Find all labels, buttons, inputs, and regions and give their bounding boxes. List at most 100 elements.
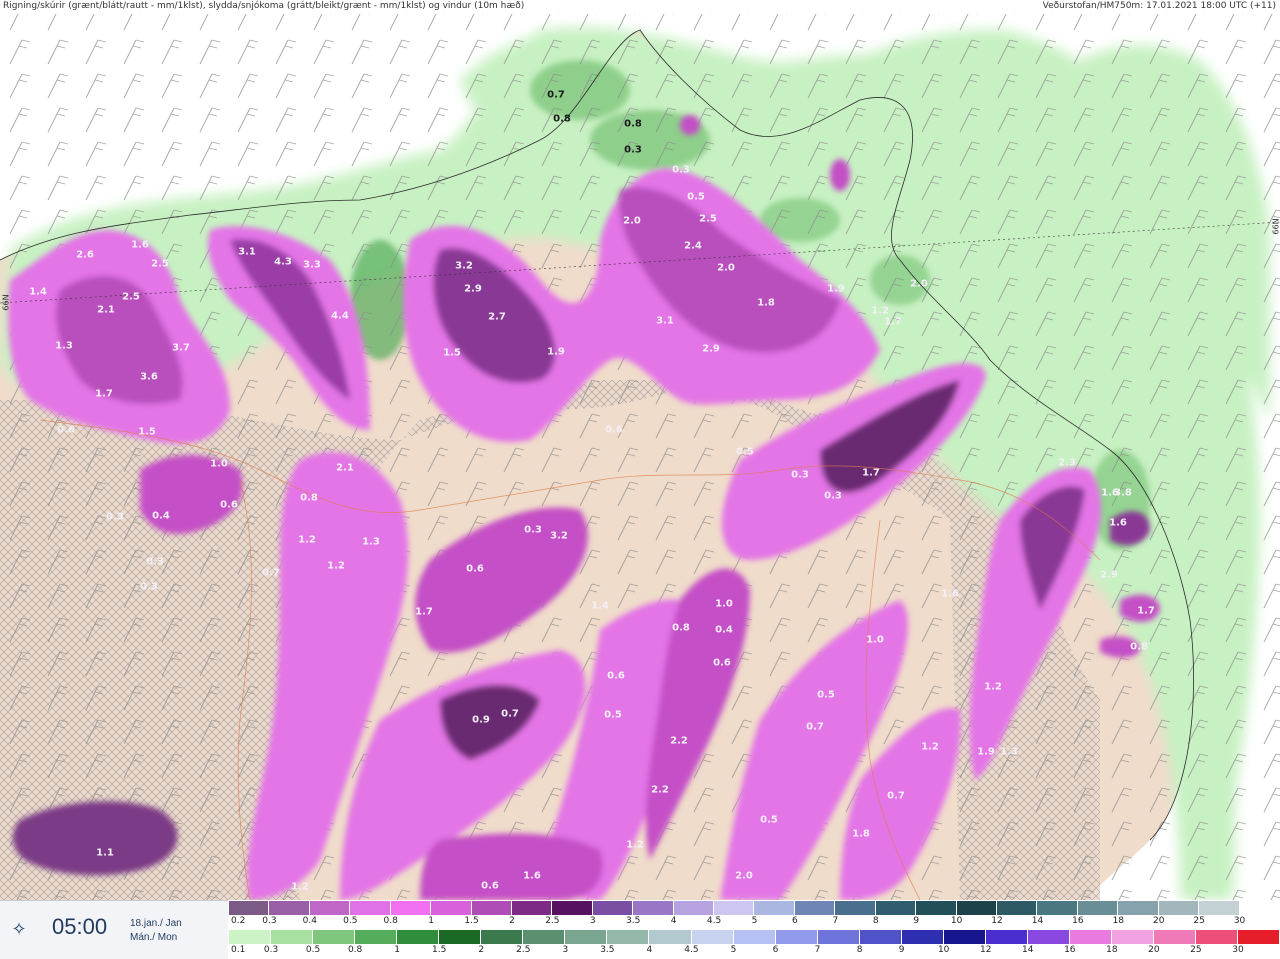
rain-legend-tick: 7	[814, 945, 821, 955]
snow-legend-tick: 0.2	[231, 916, 246, 926]
forecast-weekday: Mán./ Mon	[130, 932, 178, 943]
snow-legend-tick: 4.5	[706, 916, 722, 926]
precipitation-value-label: 2.9	[464, 283, 482, 295]
precipitation-value-label: 0.8	[1130, 641, 1148, 653]
precipitation-value-label: 1.2	[291, 881, 309, 893]
snow-legend-swatch	[390, 901, 432, 915]
snow-legend-swatch	[714, 901, 755, 915]
snow-legend-swatch	[1158, 901, 1200, 915]
snow-legend-tick: 4	[670, 916, 677, 926]
time-panel: ✧ 05:00 18.jan./ Jan Mán./ Mon	[0, 900, 228, 959]
precipitation-value-label: 0.5	[817, 689, 835, 701]
precipitation-value-label: 2.7	[488, 311, 506, 323]
rain-legend-tick: 3.5	[600, 945, 615, 955]
snow-legend-tick: 7	[832, 916, 839, 926]
snow-legend-swatch	[1037, 901, 1078, 915]
precipitation-value-label: 3.2	[455, 260, 473, 272]
snow-legend-swatch	[633, 901, 674, 915]
snow-legend-tick: 9	[913, 916, 920, 926]
precipitation-value-label: 0.7	[806, 721, 824, 733]
precipitation-value-label: 3.2	[550, 530, 568, 542]
rain-legend-swatch	[691, 930, 734, 944]
precipitation-value-label: 0.5	[687, 191, 705, 203]
precipitation-value-label: 1.2	[626, 839, 644, 851]
snow-legend-swatch	[431, 901, 472, 915]
rain-legend-swatch	[313, 930, 356, 944]
rain-legend-ticks: 0.1 0.3 0.5 0.8 1 1.5 2 2.5 3 3.5 4 4.5 5 6 7 8 9 10 12 14 1…	[229, 945, 1280, 957]
precipitation-value-label: 0.3	[140, 581, 158, 593]
precipitation-value-label: 0.9	[472, 714, 490, 726]
forecast-date: 18.jan./ Jan	[130, 918, 182, 929]
rain-legend-tick: 2.5	[516, 945, 531, 955]
rain-legend-swatch	[1027, 930, 1070, 944]
snow-legend-swatch	[592, 901, 634, 915]
snow-legend-swatch	[471, 901, 512, 915]
precipitation-value-label: 2.0	[910, 278, 928, 290]
model-run-info: Veðurstofan/HM750m: 17.01.2021 18:00 UTC…	[1042, 1, 1276, 11]
precipitation-value-label: 0.6	[713, 657, 731, 669]
rain-legend-swatch	[607, 930, 650, 944]
snow-legend-swatch	[1077, 901, 1119, 915]
snow-legend-tick: 6	[792, 916, 798, 926]
rain-legend-tick: 10	[937, 945, 950, 955]
precipitation-value-label: 0.6	[481, 880, 499, 892]
snow-legend-swatch	[754, 901, 795, 915]
precipitation-value-label: 0.3	[524, 524, 542, 536]
rain-legend-tick: 8	[856, 945, 863, 955]
snow-legend-tick: 0.5	[343, 916, 358, 926]
precipitation-value-label: 3.1	[238, 246, 256, 258]
snow-legend-bar	[229, 901, 1280, 915]
compass-star-icon: ✧	[11, 919, 27, 940]
precipitation-value-label: 0.7	[501, 708, 519, 720]
rain-legend-swatch	[565, 930, 608, 944]
rain-legend-tick: 5	[730, 945, 737, 955]
rain-legend-tick: 2	[478, 945, 485, 955]
rain-legend-swatch	[1111, 930, 1155, 944]
precipitation-value-label: 4.4	[331, 310, 349, 322]
snow-legend-swatch	[552, 901, 593, 915]
snow-legend-tick: 8	[872, 916, 879, 926]
rain-legend-tick: 4.5	[684, 945, 699, 955]
precipitation-value-label: 0.7	[547, 89, 565, 101]
precipitation-value-label: 1.7	[862, 467, 880, 479]
rain-legend-tick: 0.5	[305, 945, 321, 955]
precipitation-value-label: 1.3	[1000, 746, 1018, 758]
precipitation-value-label: 2.5	[122, 291, 140, 303]
snow-legend-tick: 12	[991, 916, 1003, 926]
precipitation-value-label: 0.3	[824, 490, 842, 502]
precipitation-value-label: 1.7	[1137, 605, 1155, 617]
precipitation-value-label: 2.9	[702, 343, 720, 355]
precipitation-value-label: 0.8	[672, 622, 690, 634]
precipitation-value-label: 1.7	[884, 316, 902, 328]
map-title: Rigning/skúrir (grænt/blátt/rautt - mm/1…	[3, 1, 525, 11]
precipitation-value-label: 2.1	[336, 462, 354, 474]
rain-legend-tick: 30	[1232, 945, 1244, 955]
precipitation-value-label: 1.2	[984, 681, 1002, 693]
snow-legend-tick: 2	[509, 916, 515, 926]
snow-legend-swatch	[511, 901, 553, 915]
snow-legend-tick: 3.5	[626, 916, 641, 926]
precipitation-value-label: 2.5	[699, 213, 717, 225]
snow-legend-swatch	[875, 901, 917, 915]
precipitation-value-label: 1.9	[547, 346, 565, 358]
snow-legend-tick: 10	[950, 916, 963, 926]
rain-legend-tick: 20	[1148, 945, 1160, 955]
precipitation-value-label: 0.4	[152, 510, 170, 522]
precipitation-value-label: 0.3	[672, 164, 690, 176]
rain-legend-tick: 0.1	[231, 945, 246, 955]
precipitation-value-label: 0.6	[605, 424, 623, 436]
precipitation-value-label: 1.5	[443, 347, 461, 359]
precipitation-value-label: 2.9	[1100, 569, 1118, 581]
snow-legend-swatch	[794, 901, 836, 915]
precipitation-value-label: 1.2	[327, 560, 345, 572]
precipitation-value-label: 1.8	[852, 828, 870, 840]
precipitation-value-label: 1.4	[29, 286, 47, 298]
precipitation-value-label: 3.1	[656, 315, 674, 327]
snow-legend-swatch	[673, 901, 715, 915]
rain-legend-swatch	[1154, 930, 1197, 944]
precipitation-value-label: 0.5	[604, 709, 622, 721]
rain-legend-swatch	[985, 930, 1028, 944]
rain-legend-swatch	[733, 930, 776, 944]
snow-legend-tick: 0.4	[302, 916, 318, 926]
precipitation-value-label: 1.6	[131, 239, 149, 251]
